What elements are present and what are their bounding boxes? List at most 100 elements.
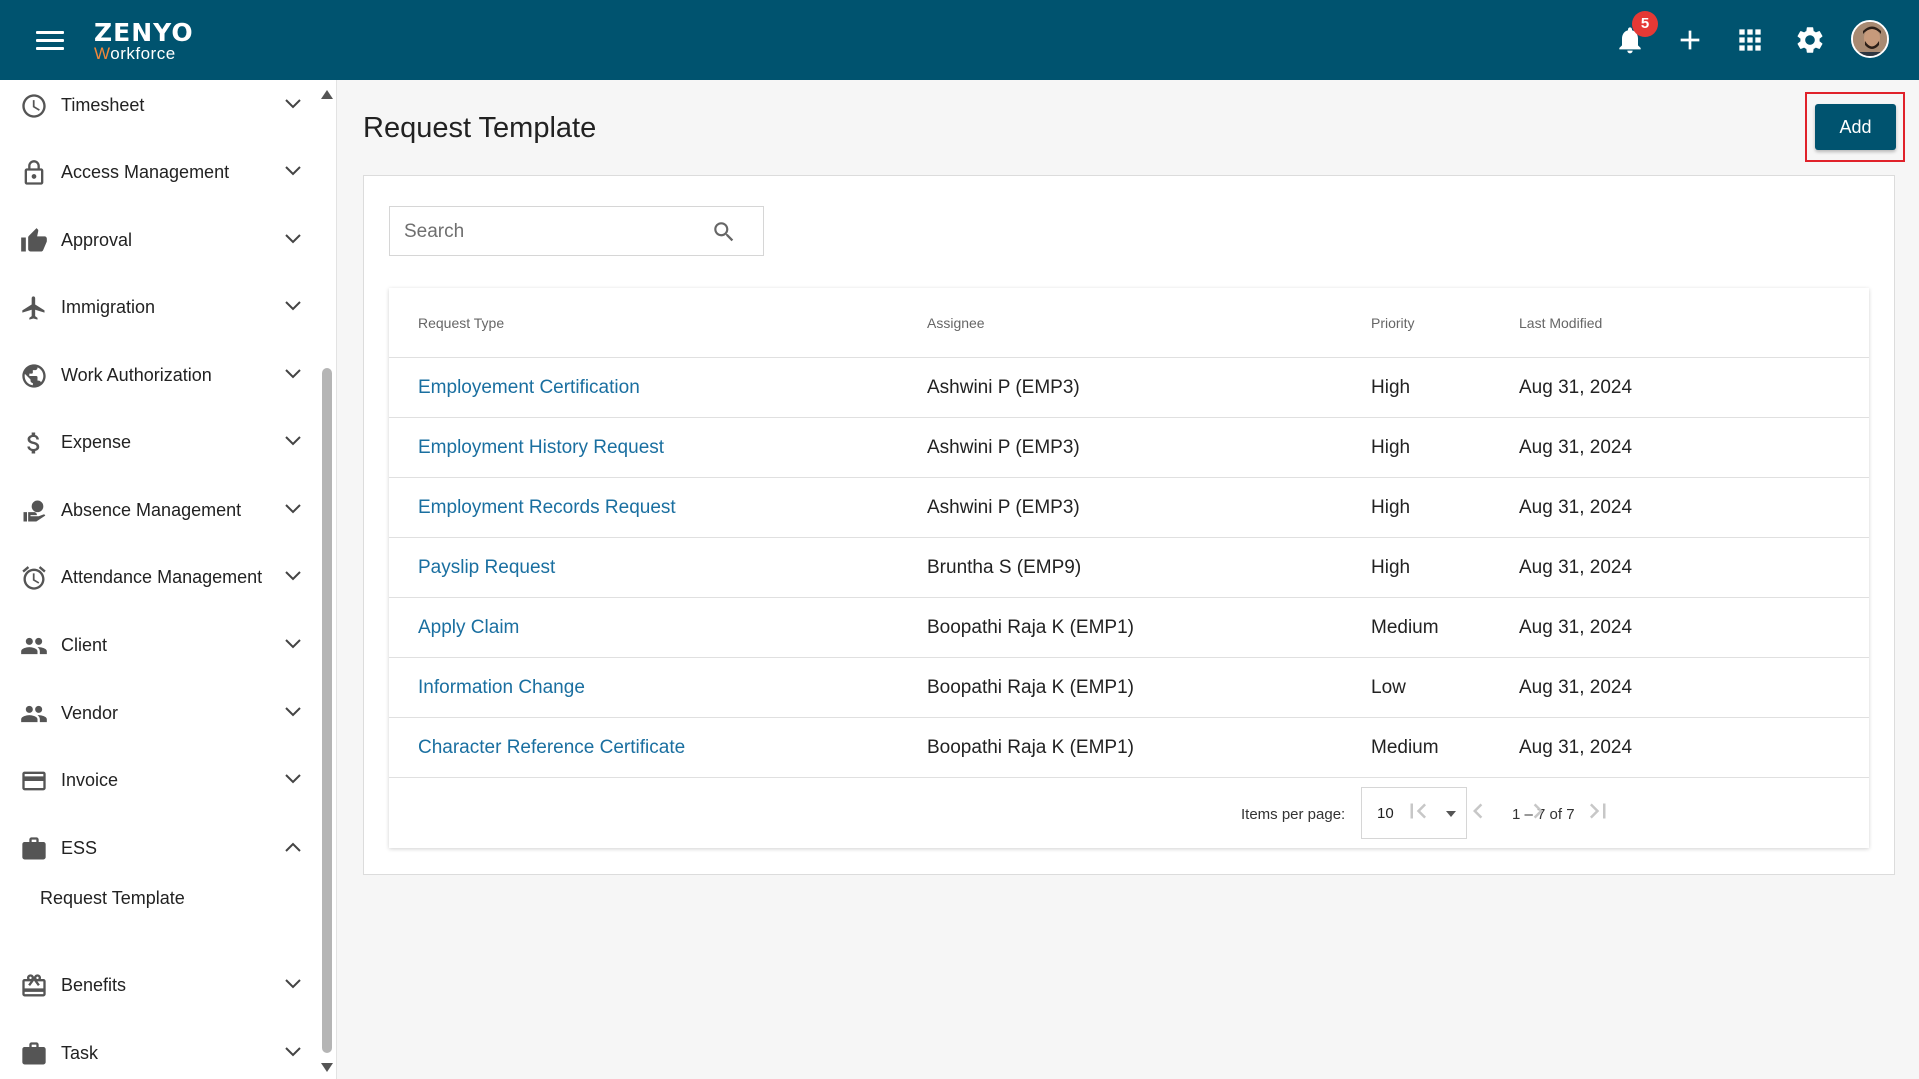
column-header-request-type[interactable]: Request Type <box>418 315 504 331</box>
gift-card-icon <box>22 974 46 997</box>
sidebar-item-benefits[interactable]: Benefits <box>0 960 320 1010</box>
next-page-icon[interactable] <box>1523 796 1553 826</box>
clock-icon <box>22 94 46 118</box>
chevron-up-icon <box>285 842 301 852</box>
app-logo[interactable]: ZENYO Workforce <box>94 18 194 63</box>
table-row[interactable]: Payslip Request Bruntha S (EMP9) High Au… <box>389 538 1869 598</box>
search-box[interactable] <box>389 206 764 256</box>
last-page-icon[interactable] <box>1583 796 1613 826</box>
avatar-image <box>1853 22 1887 56</box>
column-header-priority[interactable]: Priority <box>1371 315 1415 331</box>
column-header-assignee[interactable]: Assignee <box>927 315 985 331</box>
last-modified-cell: Aug 31, 2024 <box>1519 737 1633 758</box>
assignee-cell: Boopathi Raja K (EMP1) <box>927 617 1134 638</box>
assignee-cell: Boopathi Raja K (EMP1) <box>927 677 1134 698</box>
request-type-link[interactable]: Information Change <box>418 677 585 699</box>
chevron-down-icon <box>285 369 301 379</box>
priority-cell: Medium <box>1371 737 1439 758</box>
sidebar-item-immigration[interactable]: Immigration <box>0 282 320 332</box>
airplane-icon <box>22 296 45 320</box>
sidebar-subitem-request-template[interactable]: Request Template <box>40 888 185 909</box>
sidebar-item-label: Timesheet <box>61 95 145 115</box>
lock-icon <box>24 160 44 185</box>
request-type-link[interactable]: Employement Certification <box>418 377 640 399</box>
people-icon <box>21 637 47 655</box>
logo-text-bottom-first: W <box>94 44 111 63</box>
search-icon[interactable] <box>711 219 737 245</box>
chevron-down-icon <box>285 774 301 784</box>
sidebar-item-label: Immigration <box>61 297 156 317</box>
credit-card-icon <box>22 771 46 791</box>
globe-icon <box>22 364 46 388</box>
gear-icon[interactable] <box>1794 24 1826 56</box>
sidebar-item-label: Approval <box>61 230 133 250</box>
sidebar-item-label: Invoice <box>61 770 119 790</box>
people-icon <box>21 705 47 723</box>
table-row[interactable]: Employement Certification Ashwini P (EMP… <box>389 358 1869 418</box>
table-row[interactable]: Character Reference Certificate Boopathi… <box>389 718 1869 778</box>
logo-text-bottom: Workforce <box>94 44 194 63</box>
sidebar-item-label: Work Authorization <box>61 365 212 385</box>
request-type-link[interactable]: Character Reference Certificate <box>418 737 685 759</box>
request-type-link[interactable]: Payslip Request <box>418 557 555 579</box>
sidebar-item-label: ESS <box>61 838 98 858</box>
sidebar-item-label: Client <box>61 635 108 655</box>
sidebar-item-timesheet[interactable]: Timesheet <box>0 80 320 130</box>
logo-text-bottom-rest: orkforce <box>110 44 176 63</box>
sidebar-item-ess[interactable]: ESS <box>0 823 320 873</box>
scrollbar-up-arrow[interactable] <box>321 90 333 99</box>
sidebar-item-expense[interactable]: Expense <box>0 417 320 467</box>
priority-cell: High <box>1371 497 1411 518</box>
menu-icon[interactable] <box>36 31 64 51</box>
sidebar-item-work-authorization[interactable]: Work Authorization <box>0 350 320 400</box>
add-button[interactable]: Add <box>1815 104 1896 150</box>
dropdown-arrow-icon <box>1446 811 1456 817</box>
table-row[interactable]: Information Change Boopathi Raja K (EMP1… <box>389 658 1869 718</box>
sidebar-item-absence-management[interactable]: Absence Management <box>0 485 320 535</box>
column-header-last-modified[interactable]: Last Modified <box>1519 315 1602 331</box>
assignee-cell: Boopathi Raja K (EMP1) <box>927 737 1134 758</box>
notification-badge: 5 <box>1632 11 1658 37</box>
sidebar-scrollbar-thumb[interactable] <box>322 368 332 1053</box>
chevron-down-icon <box>285 99 301 109</box>
table-row[interactable]: Employment Records Request Ashwini P (EM… <box>389 478 1869 538</box>
priority-cell: High <box>1371 557 1411 578</box>
apps-grid-icon[interactable] <box>1734 24 1766 56</box>
request-type-link[interactable]: Employment History Request <box>418 437 664 459</box>
priority-cell: Medium <box>1371 617 1439 638</box>
assignee-cell: Ashwini P (EMP3) <box>927 437 1080 458</box>
sidebar-item-attendance-management[interactable]: Attendance Management <box>0 552 320 602</box>
alarm-icon <box>22 566 46 590</box>
logo-text-top: ZENYO <box>94 18 194 47</box>
plus-icon[interactable] <box>1674 24 1706 56</box>
chevron-down-icon <box>285 571 301 581</box>
user-avatar[interactable] <box>1851 20 1889 58</box>
request-template-table: Request Type Assignee Priority Last Modi… <box>389 288 1869 848</box>
sidebar-item-vendor[interactable]: Vendor <box>0 688 320 738</box>
items-per-page-value: 10 <box>1377 805 1394 822</box>
chevron-down-icon <box>285 979 301 989</box>
sidebar-item-approval[interactable]: Approval <box>0 215 320 265</box>
table-row[interactable]: Employment History Request Ashwini P (EM… <box>389 418 1869 478</box>
priority-cell: High <box>1371 437 1411 458</box>
briefcase-icon <box>22 1042 46 1065</box>
priority-cell: High <box>1371 377 1411 398</box>
last-modified-cell: Aug 31, 2024 <box>1519 617 1633 638</box>
first-page-icon[interactable] <box>1403 796 1433 826</box>
person-leave-icon <box>23 500 46 522</box>
sidebar-item-task[interactable]: Task <box>0 1028 320 1078</box>
sidebar-item-label: Benefits <box>61 975 127 995</box>
scrollbar-down-arrow[interactable] <box>321 1063 333 1072</box>
sidebar-item-client[interactable]: Client <box>0 620 320 670</box>
table-row[interactable]: Apply Claim Boopathi Raja K (EMP1) Mediu… <box>389 598 1869 658</box>
sidebar-item-label: Expense <box>61 432 132 452</box>
assignee-cell: Bruntha S (EMP9) <box>927 557 1082 578</box>
search-input[interactable] <box>404 219 704 245</box>
request-type-link[interactable]: Employment Records Request <box>418 497 676 519</box>
sidebar-item-invoice[interactable]: Invoice <box>0 755 320 805</box>
chevron-down-icon <box>285 166 301 176</box>
sidebar-item-label: Access Management <box>61 162 230 182</box>
sidebar-item-access-management[interactable]: Access Management <box>0 147 320 197</box>
previous-page-icon[interactable] <box>1463 796 1493 826</box>
request-type-link[interactable]: Apply Claim <box>418 617 519 639</box>
